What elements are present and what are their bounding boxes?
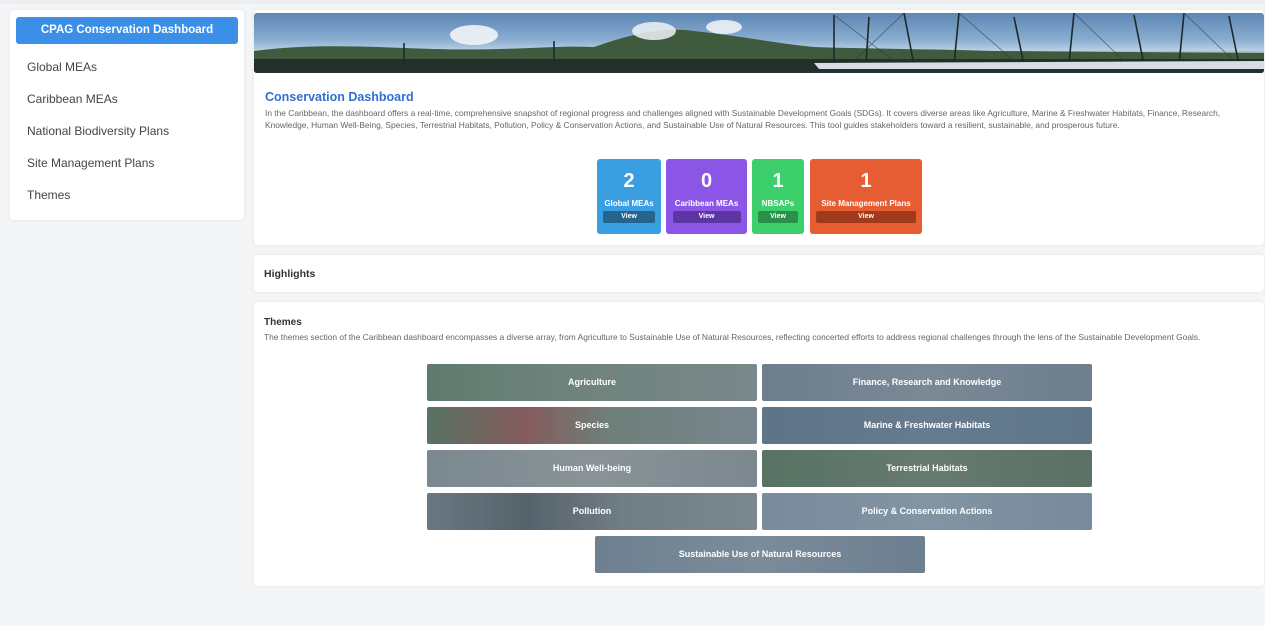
theme-label: Terrestrial Habitats — [886, 463, 968, 473]
theme-label: Species — [574, 420, 610, 430]
intro-card: Conservation Dashboard In the Caribbean,… — [254, 10, 1264, 245]
stat-value: 0 — [700, 170, 713, 192]
theme-label: Sustainable Use of Natural Resources — [678, 549, 842, 559]
theme-pollution-button[interactable]: Pollution — [427, 493, 757, 530]
theme-finance-research-knowledge-button[interactable]: Finance, Research and Knowledge — [762, 364, 1092, 401]
stat-card-caribbean-meas: 0 Caribbean MEAs View — [666, 159, 747, 234]
theme-label: Marine & Freshwater Habitats — [863, 420, 991, 430]
stat-value: 1 — [860, 170, 872, 192]
theme-human-well-being-button[interactable]: Human Well-being — [427, 450, 757, 487]
theme-label: Policy & Conservation Actions — [861, 506, 993, 516]
stat-label: NBSAPs — [761, 199, 795, 208]
stat-label: Site Management Plans — [821, 199, 911, 208]
stat-label: Caribbean MEAs — [674, 199, 739, 208]
stat-card-global-meas: 2 Global MEAs View — [597, 159, 661, 234]
highlights-title: Highlights — [264, 268, 316, 280]
theme-label: Pollution — [572, 506, 612, 516]
sidebar-title-button[interactable]: CPAG Conservation Dashboard — [16, 17, 238, 44]
view-caribbean-meas-button[interactable]: View — [672, 211, 741, 223]
sidebar-item-global-meas[interactable]: Global MEAs — [16, 54, 238, 86]
highlights-card: Highlights — [254, 255, 1264, 292]
stat-card-site-management-plans: 1 Site Management Plans View — [810, 159, 922, 234]
stat-card-nbsaps: 1 NBSAPs View — [752, 159, 804, 234]
themes-card: Themes The themes section of the Caribbe… — [254, 302, 1264, 586]
sidebar-item-themes[interactable]: Themes — [16, 182, 238, 214]
dashboard-description: In the Caribbean, the dashboard offers a… — [265, 108, 1221, 130]
view-nbsaps-button[interactable]: View — [758, 211, 798, 223]
sidebar-item-site-management-plans[interactable]: Site Management Plans — [16, 150, 238, 182]
theme-marine-freshwater-button[interactable]: Marine & Freshwater Habitats — [762, 407, 1092, 444]
theme-label: Human Well-being — [552, 463, 632, 473]
dashboard-title: Conservation Dashboard — [265, 90, 414, 104]
theme-species-button[interactable]: Species — [427, 407, 757, 444]
themes-title: Themes — [264, 317, 302, 328]
view-global-meas-button[interactable]: View — [603, 211, 655, 223]
view-site-management-plans-button[interactable]: View — [816, 211, 916, 223]
theme-agriculture-button[interactable]: Agriculture — [427, 364, 757, 401]
sidebar: CPAG Conservation Dashboard Global MEAs … — [10, 10, 244, 220]
theme-policy-conservation-button[interactable]: Policy & Conservation Actions — [762, 493, 1092, 530]
themes-description: The themes section of the Caribbean dash… — [264, 332, 1201, 342]
stat-value: 2 — [623, 170, 635, 192]
theme-label: Finance, Research and Knowledge — [852, 377, 1002, 387]
banner-image — [254, 13, 1264, 73]
sidebar-item-national-biodiversity-plans[interactable]: National Biodiversity Plans — [16, 118, 238, 150]
theme-sustainable-use-button[interactable]: Sustainable Use of Natural Resources — [595, 536, 925, 573]
theme-terrestrial-habitats-button[interactable]: Terrestrial Habitats — [762, 450, 1092, 487]
top-border — [0, 0, 1265, 4]
sidebar-item-caribbean-meas[interactable]: Caribbean MEAs — [16, 86, 238, 118]
stat-value: 1 — [772, 170, 784, 192]
theme-label: Agriculture — [567, 377, 616, 387]
sidebar-nav: Global MEAs Caribbean MEAs National Biod… — [16, 54, 238, 214]
stat-label: Global MEAs — [604, 199, 654, 208]
